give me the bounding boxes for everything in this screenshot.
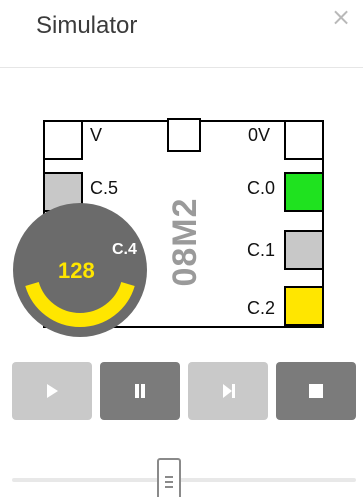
pin-c0[interactable] bbox=[284, 172, 324, 212]
slider-track[interactable] bbox=[12, 478, 356, 482]
close-icon[interactable]: × bbox=[330, 5, 352, 29]
speed-slider[interactable] bbox=[12, 448, 356, 497]
pin-label-c2: C.2 bbox=[247, 298, 276, 318]
pin-label-c5: C.5 bbox=[90, 178, 119, 198]
grip-icon bbox=[165, 476, 173, 488]
play-icon bbox=[47, 384, 58, 398]
pin-c1[interactable] bbox=[284, 230, 324, 270]
pin-label-c0: C.0 bbox=[247, 178, 276, 198]
slider-thumb[interactable] bbox=[157, 458, 181, 497]
pin-0v bbox=[284, 120, 324, 160]
pin-v bbox=[43, 120, 83, 160]
stop-icon bbox=[309, 384, 323, 398]
pin-c2[interactable] bbox=[284, 286, 324, 326]
stop-button[interactable] bbox=[276, 362, 356, 420]
header: Simulator × bbox=[0, 0, 363, 68]
header-divider bbox=[0, 67, 363, 68]
simulator-panel: Simulator × V 0V C.5 C.0 C.1 C.2 08M2 C.… bbox=[0, 0, 363, 497]
analog-dial-c4[interactable]: C.4 128 bbox=[10, 200, 150, 340]
control-buttons bbox=[12, 362, 356, 420]
step-button[interactable] bbox=[188, 362, 268, 420]
pin-label-0v: 0V bbox=[248, 125, 271, 145]
chip-notch bbox=[167, 118, 201, 152]
pause-button[interactable] bbox=[100, 362, 180, 420]
panel-title: Simulator bbox=[36, 12, 138, 39]
step-icon bbox=[223, 384, 235, 398]
dial-value: 128 bbox=[58, 258, 95, 283]
pin-label-v: V bbox=[90, 125, 103, 145]
dial-pin-label: C.4 bbox=[112, 241, 137, 258]
pause-icon bbox=[135, 384, 145, 398]
play-button[interactable] bbox=[12, 362, 92, 420]
